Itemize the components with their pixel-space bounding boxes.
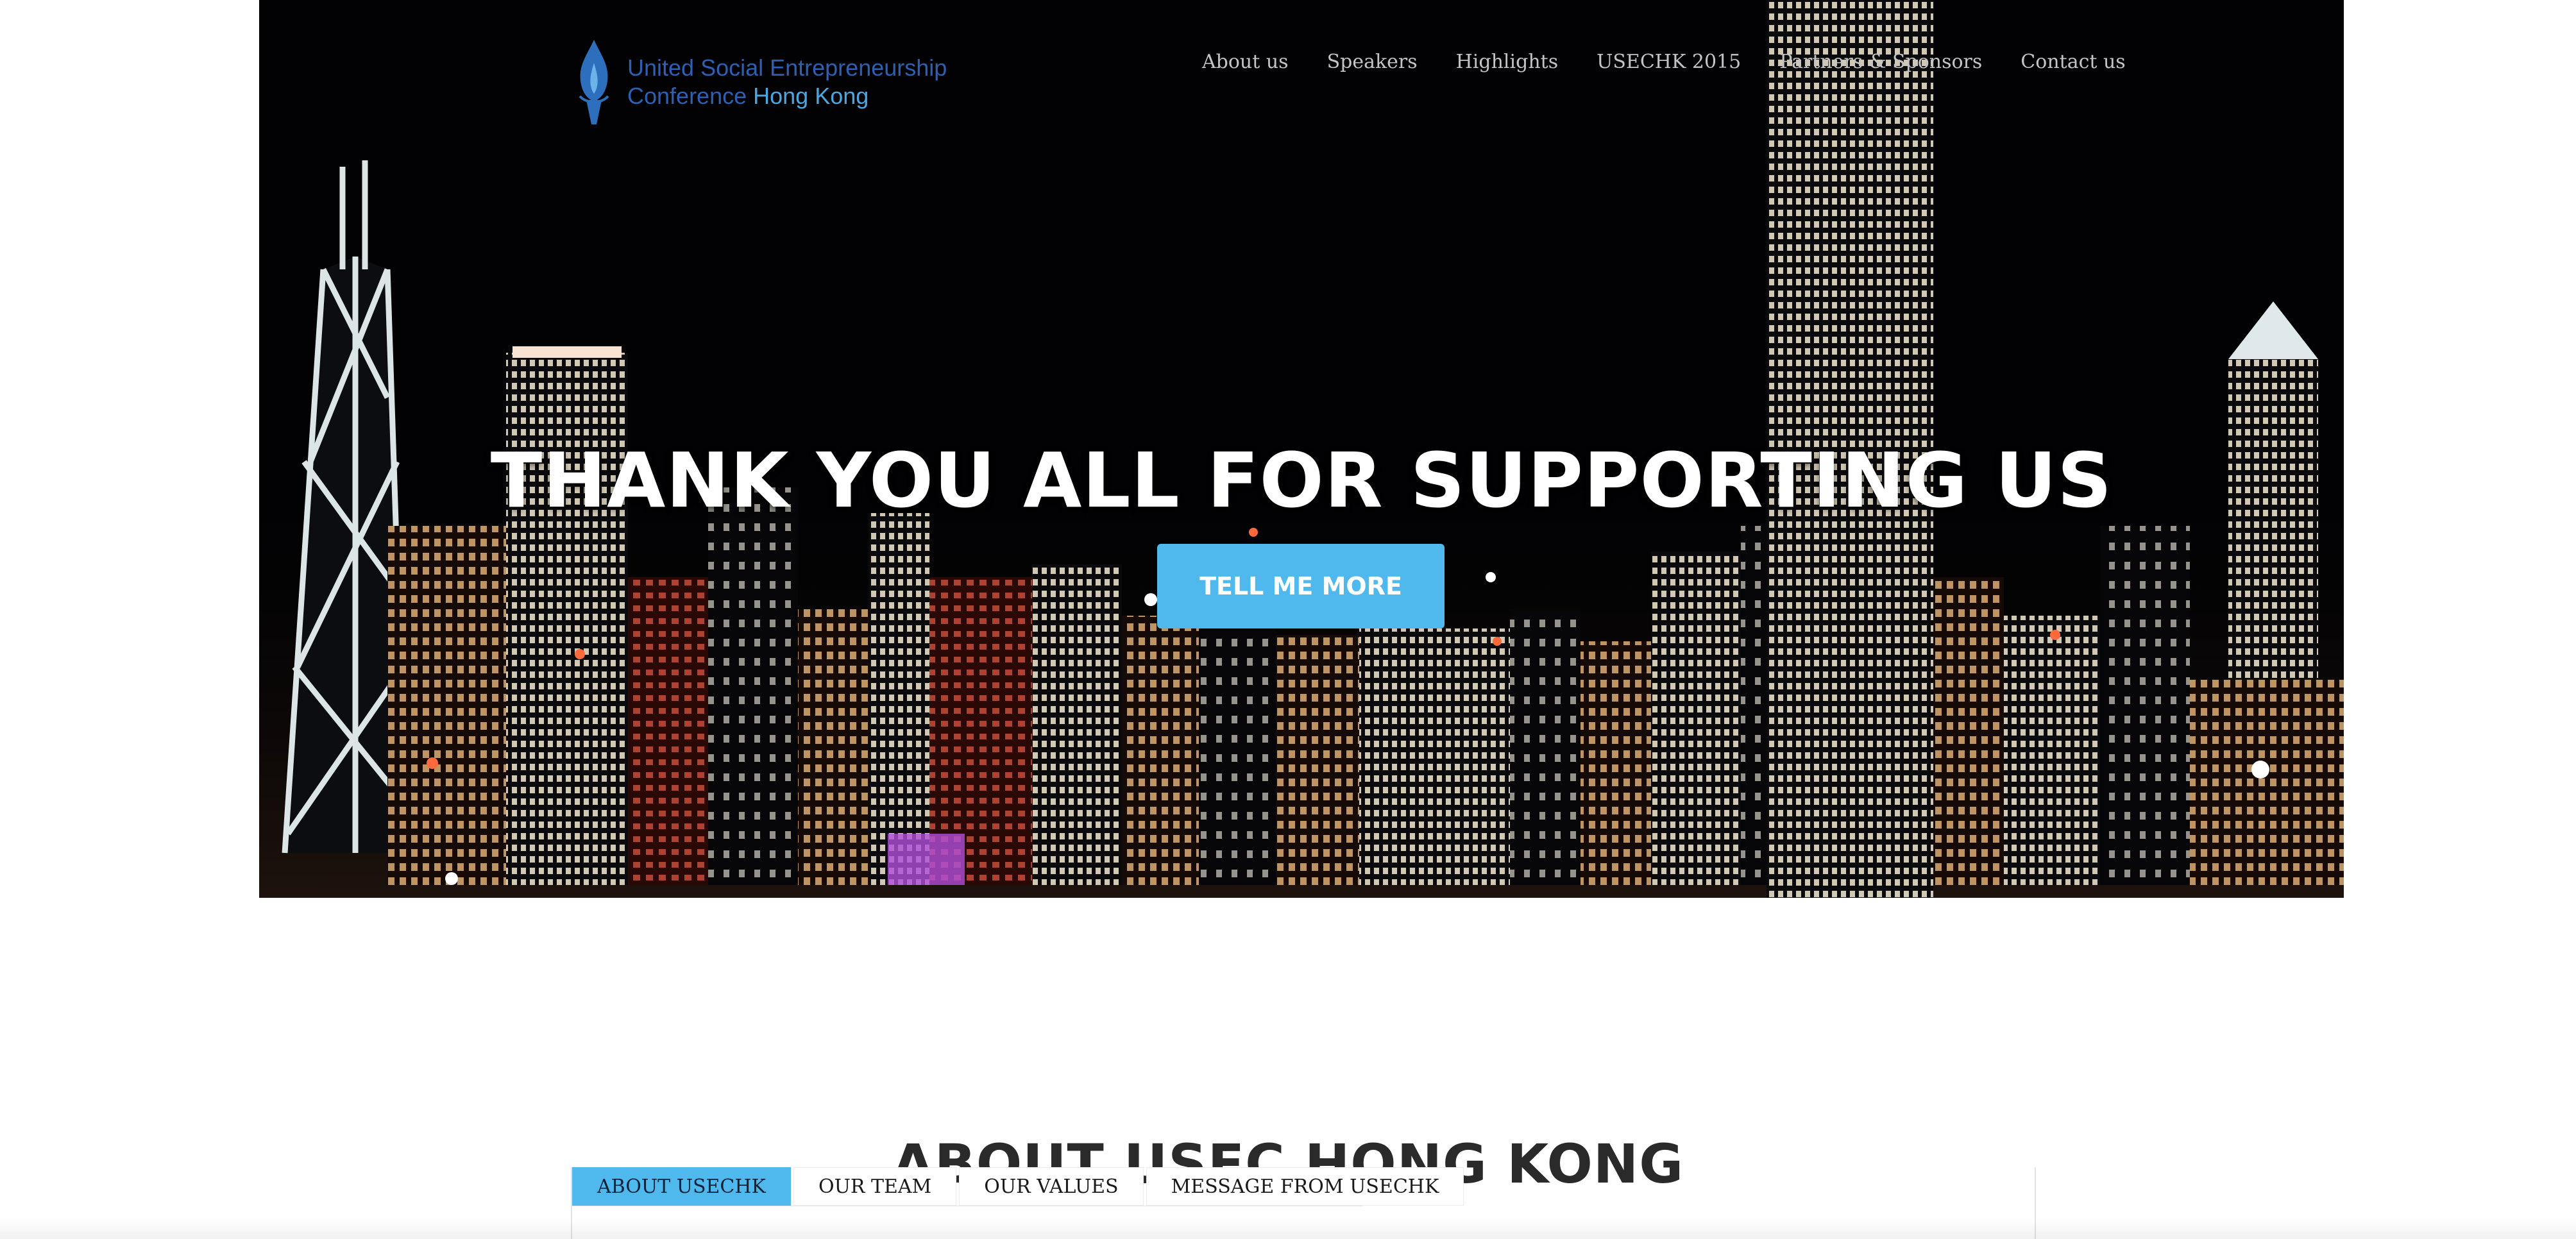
logo-line-1: United Social Entrepreneurship <box>627 55 947 81</box>
logo-wordmark: United Social Entrepreneurship Conferenc… <box>627 54 947 110</box>
torch-flame-icon <box>579 40 609 124</box>
tell-me-more-button[interactable]: TELL ME MORE <box>1157 544 1445 628</box>
tab-our-team[interactable]: OUR TEAM <box>793 1167 957 1206</box>
nav-highlights[interactable]: Highlights <box>1456 47 1558 77</box>
about-tab-list: ABOUT USECHK OUR TEAM OUR VALUES MESSAGE… <box>572 1167 1464 1206</box>
nav-usechk-2015[interactable]: USECHK 2015 <box>1597 47 1741 77</box>
nav-speakers[interactable]: Speakers <box>1327 47 1418 77</box>
logo-line-2: Conference Hong Kong <box>627 82 947 110</box>
site-logo[interactable]: United Social Entrepreneurship Conferenc… <box>573 37 958 127</box>
logo-line-2-accent: Hong Kong <box>753 83 869 109</box>
hero-section: United Social Entrepreneurship Conferenc… <box>259 0 2344 898</box>
page-bottom-shadow <box>0 1218 2576 1239</box>
tab-about-usechk[interactable]: ABOUT USECHK <box>572 1167 791 1206</box>
tab-our-values[interactable]: OUR VALUES <box>959 1167 1144 1206</box>
hero-headline: THANK YOU ALL FOR SUPPORTING US <box>490 436 2113 525</box>
nav-about-us[interactable]: About us <box>1202 47 1289 77</box>
nav-contact-us[interactable]: Contact us <box>2021 47 2125 77</box>
logo-line-2-prefix: Conference <box>627 83 754 109</box>
nav-partners-sponsors[interactable]: Partners & Sponsors <box>1779 47 1982 77</box>
main-nav: About us Speakers Highlights USECHK 2015… <box>1202 47 2164 77</box>
tab-message-from-usechk[interactable]: MESSAGE FROM USECHK <box>1146 1167 1464 1206</box>
